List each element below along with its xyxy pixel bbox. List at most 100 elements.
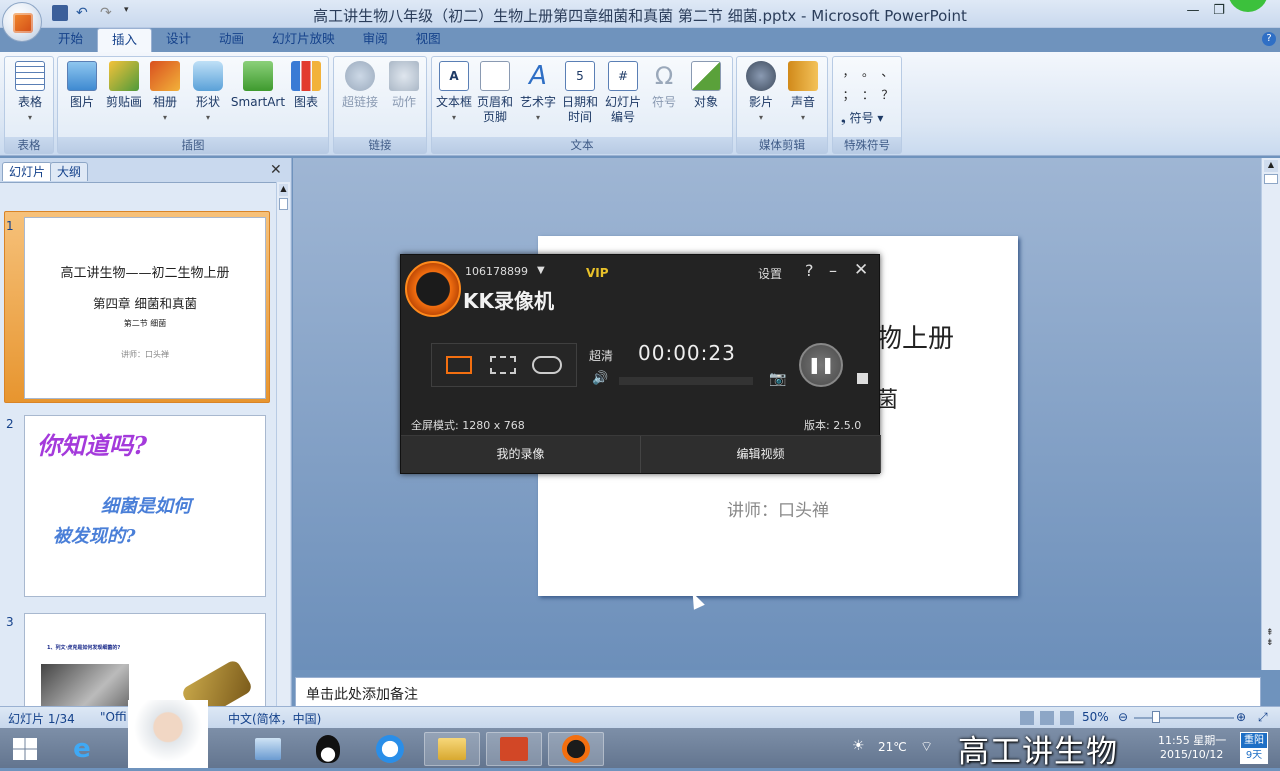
capture-mode-info: 全屏模式: 1280 x 768 [411,419,525,432]
tab-design[interactable]: 设计 [152,28,205,52]
wifi-icon[interactable]: ⌔ [920,738,933,756]
clipart-label: 剪贴画 [105,95,142,109]
chart-button[interactable]: 图表 [286,61,326,110]
zoom-level[interactable]: 50% [1082,710,1109,724]
hyperlink-button[interactable]: 超链接 [338,61,382,110]
notes-pane[interactable]: 单击此处添加备注 [295,677,1261,707]
zoom-out-icon[interactable]: ⊖ [1118,710,1128,724]
group-links: 超链接 动作 链接 [333,56,427,154]
thumbs-scrollbar[interactable]: ▲ [276,182,290,706]
explorer-taskbar-button[interactable] [424,732,480,766]
kk-account[interactable]: 106178899 [465,265,528,278]
slide-thumb-1[interactable]: 高工讲生物——初二生物上册 第四章 细菌和真菌 第二节 细菌 讲师：口头禅 [24,217,266,399]
calendar-badge[interactable]: 重阳 9天 [1240,732,1268,764]
movie-button[interactable]: 影片 ▾ [741,61,781,125]
fit-window-icon[interactable]: ⤢ [1258,710,1268,725]
calendar-icon: 5 [565,61,595,91]
symbol-period[interactable]: 。 [858,63,877,80]
symbol-dropdown-button[interactable]: ❟ 符号 ▾ [841,109,883,126]
clock-date[interactable]: 2015/10/12 [1160,748,1223,761]
volume-icon[interactable]: 🔊 [592,371,608,386]
symbol-colon[interactable]: ： [858,86,877,103]
game-mode-icon[interactable] [532,356,562,374]
minimize-button[interactable]: — [1180,3,1206,21]
editor-scrollbar[interactable]: ▲ ⇞ ⇟ [1261,158,1280,670]
symbol-question[interactable]: ？ [878,86,897,103]
tab-slides[interactable]: 幻灯片 [2,162,53,181]
group-table: 表格 ▾ 表格 [4,56,54,154]
ie-taskbar-button[interactable]: e [54,732,110,766]
sound-button[interactable]: 声音 ▾ [783,61,823,125]
channel-watermark: 高工讲生物 [958,734,1118,770]
symbol-semicolon[interactable]: ； [839,86,858,103]
prev-next-slide-icon[interactable]: ⇞ ⇟ [1266,628,1274,648]
start-button[interactable] [0,732,50,766]
pause-button[interactable]: ❚❚ [799,343,843,387]
tab-animation[interactable]: 动画 [205,28,258,52]
close-pane-icon[interactable]: ✕ [270,162,282,178]
chart-label: 图表 [293,95,318,109]
header-footer-button[interactable]: 页眉和 页脚 [474,61,516,125]
scroll-thumb[interactable] [1264,174,1278,184]
powerpoint-taskbar-button[interactable] [486,732,542,766]
object-button[interactable]: 对象 [686,61,726,110]
slide-thumb-3[interactable]: 1、列文·虎克是如何发现细菌的? [24,613,266,706]
restore-button[interactable]: ❐ [1206,3,1232,21]
symbol-comma[interactable]: ， [839,63,858,80]
office-button[interactable] [2,2,42,42]
powerpoint-icon [500,737,528,761]
minimize-icon[interactable]: – [829,261,837,280]
settings-button[interactable]: 设置 [758,265,782,282]
fullscreen-mode-icon[interactable] [446,356,472,374]
tab-outline[interactable]: 大纲 [50,162,89,181]
thumb2-line2: 细菌是如何 [101,496,191,517]
slide-thumb-2[interactable]: 你知道吗? 细菌是如何 被发现的? [24,415,266,597]
zoom-in-icon[interactable]: ⊕ [1236,710,1246,724]
zoom-slider-thumb[interactable] [1152,711,1160,723]
help-icon[interactable]: ? [805,261,814,280]
tab-view[interactable]: 视图 [402,28,455,52]
kk-taskbar-button[interactable] [548,732,604,766]
insert-picture-button[interactable]: 图片 [62,61,102,110]
browser-taskbar-button[interactable] [362,732,418,766]
symbol-enum-comma[interactable]: 、 [878,63,897,80]
stop-button[interactable] [857,373,868,384]
tab-review[interactable]: 审阅 [349,28,402,52]
edit-video-button[interactable]: 编辑视频 [641,436,881,473]
wordart-button[interactable]: A 艺术字 ▾ [518,61,558,125]
zoom-slider[interactable] [1134,717,1234,719]
textbox-button[interactable]: A 文本框 ▾ [434,61,474,125]
slide-number-button[interactable]: # 幻灯片 编号 [602,61,644,125]
sound-label: 声音 [790,95,815,109]
action-button[interactable]: 动作 [384,61,424,110]
slide-number: 3 [6,615,14,629]
volume-bar[interactable] [619,377,753,385]
tab-slideshow[interactable]: 幻灯片放映 [258,28,349,52]
screenshot-icon[interactable]: 📷 [769,371,786,387]
tab-insert[interactable]: 插入 [97,28,153,52]
scroll-thumb[interactable] [279,198,288,210]
clock-time[interactable]: 11:55 星期一 [1158,732,1226,748]
my-recordings-button[interactable]: 我的录像 [401,436,641,473]
tab-home[interactable]: 开始 [44,28,97,52]
quality-setting[interactable]: 超清 [589,347,613,364]
clipart-button[interactable]: 剪贴画 [102,61,146,110]
header-footer-icon [480,61,510,91]
region-mode-icon[interactable] [490,356,516,374]
close-icon[interactable]: ✕ [854,260,868,280]
slide-title-fragment: 物上册 [876,324,955,354]
record-timer: 00:00:23 [638,341,736,365]
insert-table-button[interactable]: 表格 ▾ [9,61,51,125]
symbol-button[interactable]: Ω 符号 [644,61,684,110]
help-icon[interactable]: ? [1262,32,1276,46]
qq-taskbar-button[interactable] [300,732,356,766]
shapes-button[interactable]: 形状 ▾ [188,61,228,125]
office-logo-icon [13,13,33,33]
shapes-icon [193,61,223,91]
account-dropdown-icon[interactable]: ▼ [537,265,545,276]
datetime-button[interactable]: 5 日期和 时间 [560,61,600,125]
smartart-button[interactable]: SmartArt [230,61,286,110]
album-button[interactable]: 相册 ▾ [148,61,182,125]
view-buttons[interactable] [1020,711,1080,725]
taskbar-app-monitor[interactable] [240,732,296,766]
